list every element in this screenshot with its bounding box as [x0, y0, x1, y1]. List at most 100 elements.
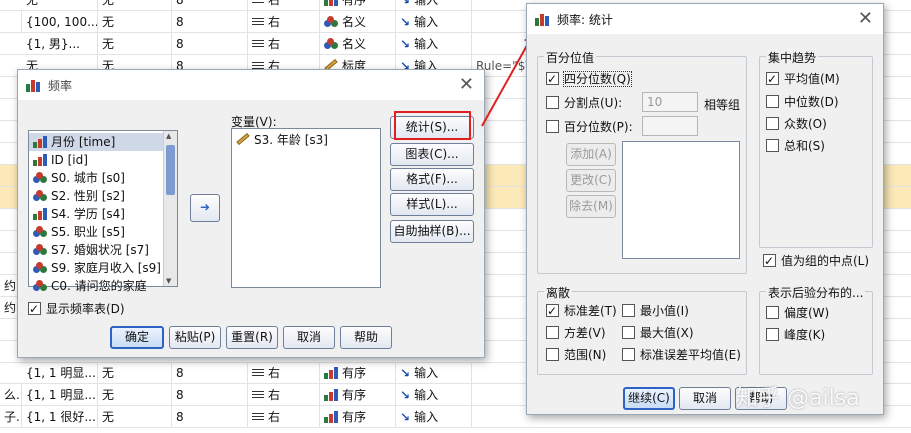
move-variable-button[interactable]: ➜ — [190, 194, 220, 222]
group-title: 表示后验分布的... — [766, 284, 866, 301]
checkbox-checked-icon — [28, 300, 41, 318]
cancel-button[interactable]: 取消 — [283, 326, 335, 349]
checkbox-checked-icon — [546, 302, 559, 320]
close-icon[interactable]: ✕ — [858, 8, 873, 29]
table-cell — [0, 11, 22, 33]
table-cell: 8 — [172, 384, 248, 406]
checkbox-icon — [546, 96, 559, 109]
table-cell: {100, 100... — [22, 11, 98, 33]
checkbox-icon — [766, 95, 779, 108]
list-item[interactable]: S3. 年龄 [s3] — [232, 131, 380, 149]
percentiles-checkbox[interactable]: 百分位数(P): — [546, 118, 633, 136]
charts-button[interactable]: 图表(C)... — [390, 143, 474, 166]
add-button[interactable]: 添加(A) — [566, 143, 616, 166]
checkbox-icon — [622, 326, 635, 339]
watermark: 知乎 @ailsa — [736, 386, 860, 411]
table-cell: 无 — [98, 33, 172, 55]
table-cell: ↘ 输入 — [396, 384, 472, 406]
range-checkbox[interactable]: 范围(N) — [546, 346, 606, 364]
change-button[interactable]: 更改(C) — [566, 169, 616, 192]
minimum-checkbox[interactable]: 最小值(I) — [622, 302, 689, 320]
midpoints-checkbox[interactable]: 值为组的中点(L) — [763, 252, 869, 270]
list-item[interactable]: S9. 家庭月收入 [s9] — [29, 259, 164, 277]
align-right-icon — [252, 391, 264, 400]
list-item[interactable]: S0. 城市 [s0] — [29, 169, 164, 187]
checkbox-icon — [546, 348, 559, 361]
nominal-icon — [33, 262, 47, 274]
table-cell: 右 — [248, 11, 320, 33]
table-cell: ↘ 输入 — [396, 406, 472, 428]
percentile-values-group: 百分位值 四分位数(Q) 分割点(U): 10 相等组 百分位数(P): 添加(… — [537, 49, 747, 274]
table-cell: {1, 1 明显... — [22, 362, 98, 384]
dialog-titlebar: 频率 ✕ — [18, 70, 484, 100]
cancel-button[interactable]: 取消 — [679, 387, 731, 410]
input-role-icon: ↘ — [400, 388, 411, 402]
table-cell: 名义 — [320, 33, 396, 55]
ordinal-icon — [33, 136, 47, 148]
format-button[interactable]: 格式(F)... — [390, 168, 474, 191]
align-right-icon — [252, 369, 264, 378]
mode-checkbox[interactable]: 众数(O) — [766, 115, 827, 133]
reset-button[interactable]: 重置(R) — [226, 326, 278, 349]
dialog-title: 频率: 统计 — [557, 13, 613, 27]
help-button[interactable]: 帮助 — [340, 326, 392, 349]
paste-button[interactable]: 粘贴(P) — [169, 326, 221, 349]
scrollbar-thumb[interactable] — [166, 145, 175, 195]
maximum-checkbox[interactable]: 最大值(X) — [622, 324, 694, 342]
nominal-icon — [33, 226, 47, 238]
percentile-list[interactable] — [622, 141, 740, 259]
mean-checkbox[interactable]: 平均值(M) — [766, 70, 840, 88]
continue-button[interactable]: 继续(C) — [623, 387, 675, 410]
checkbox-icon — [766, 328, 779, 341]
input-role-icon: ↘ — [400, 37, 411, 51]
table-cell: 么... — [0, 384, 22, 406]
arrow-right-icon: ➜ — [199, 200, 211, 214]
ordinal-icon — [324, 0, 338, 6]
remove-button[interactable]: 除去(M) — [566, 195, 616, 218]
table-cell: ↘ 输入 — [396, 11, 472, 33]
variance-checkbox[interactable]: 方差(V) — [546, 324, 606, 342]
table-cell: {1, 1 明显... — [22, 384, 98, 406]
ok-button[interactable]: 确定 — [110, 326, 164, 349]
se-mean-checkbox[interactable]: 标准误差平均值(E) — [622, 346, 741, 364]
kurtosis-checkbox[interactable]: 峰度(K) — [766, 326, 825, 344]
list-item[interactable]: S5. 职业 [s5] — [29, 223, 164, 241]
close-icon[interactable]: ✕ — [459, 74, 474, 95]
checkbox-icon — [546, 326, 559, 339]
align-right-icon — [252, 18, 264, 27]
list-item[interactable]: S4. 学历 [s4] — [29, 205, 164, 223]
dialog-titlebar: 频率: 统计 ✕ — [527, 4, 883, 34]
table-cell: 右 — [248, 362, 320, 384]
table-cell: 无 — [98, 0, 172, 11]
group-title: 集中趋势 — [766, 49, 819, 66]
quartiles-checkbox[interactable]: 四分位数(Q) — [546, 70, 632, 88]
checkbox-icon — [546, 120, 559, 133]
list-item[interactable]: ID [id] — [29, 151, 164, 169]
median-checkbox[interactable]: 中位数(D) — [766, 93, 839, 111]
checkbox-icon — [622, 348, 635, 361]
list-item[interactable]: 月份 [time] — [29, 133, 164, 151]
std-deviation-checkbox[interactable]: 标准差(T) — [546, 302, 617, 320]
table-cell: 有序 — [320, 362, 396, 384]
input-role-icon: ↘ — [400, 410, 411, 424]
bootstrap-button[interactable]: 自助抽样(B)... — [390, 220, 474, 243]
skewness-checkbox[interactable]: 偏度(W) — [766, 304, 829, 322]
sum-checkbox[interactable]: 总和(S) — [766, 137, 825, 155]
show-frequency-table-checkbox[interactable]: 显示频率表(D) — [28, 300, 125, 318]
style-button[interactable]: 样式(L)... — [390, 193, 474, 216]
cutpoints-checkbox[interactable]: 分割点(U): — [546, 94, 622, 112]
nominal-icon — [33, 190, 47, 202]
list-scrollbar[interactable]: ▲ ▼ — [163, 131, 177, 286]
scroll-down-icon[interactable]: ▼ — [166, 277, 171, 285]
input-role-icon: ↘ — [400, 0, 411, 7]
list-item[interactable]: S2. 性别 [s2] — [29, 187, 164, 205]
target-variable-list[interactable]: S3. 年龄 [s3] — [231, 128, 381, 288]
source-variable-list[interactable]: 月份 [time] ID [id] S0. 城市 [s0] S2. 性别 [s2] S4… — [28, 130, 178, 293]
cutpoints-input[interactable]: 10 — [642, 92, 698, 112]
list-item[interactable]: C0. 请问您的家庭 — [29, 277, 164, 295]
scroll-up-icon[interactable]: ▲ — [166, 132, 171, 140]
percentile-input[interactable] — [642, 116, 698, 136]
checkbox-icon — [766, 139, 779, 152]
table-cell: 无 — [98, 384, 172, 406]
list-item[interactable]: S7. 婚姻状况 [s7] — [29, 241, 164, 259]
